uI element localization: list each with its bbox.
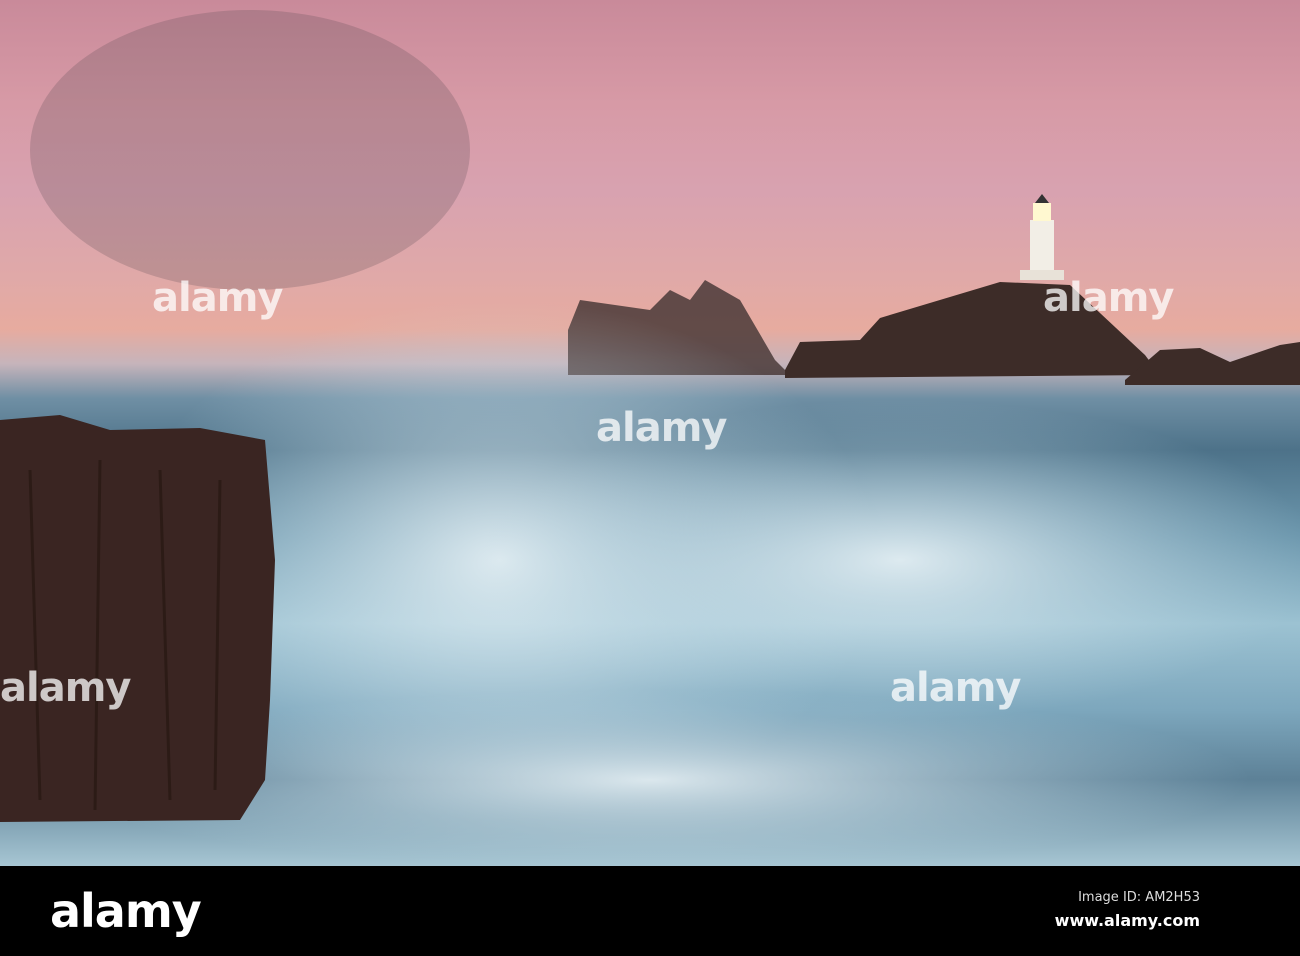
watermark: alamy <box>890 665 1021 711</box>
site-url[interactable]: www.alamy.com <box>1055 911 1200 930</box>
right-rocks <box>1125 342 1300 385</box>
alamy-logo[interactable]: alamy <box>50 884 202 938</box>
watermark: alamy <box>0 665 131 711</box>
foreground-rock <box>0 415 275 822</box>
watermark: alamy <box>1043 275 1174 321</box>
footer-bar: alamy Image ID: AM2H53 www.alamy.com <box>0 866 1300 956</box>
watermark: alamy <box>152 275 283 321</box>
lighthouse <box>1020 194 1064 280</box>
photo: alamy alamy alamy alamy alamy <box>0 0 1300 866</box>
watermark: alamy <box>596 405 727 451</box>
image-id: Image ID: AM2H53 <box>1078 890 1200 905</box>
